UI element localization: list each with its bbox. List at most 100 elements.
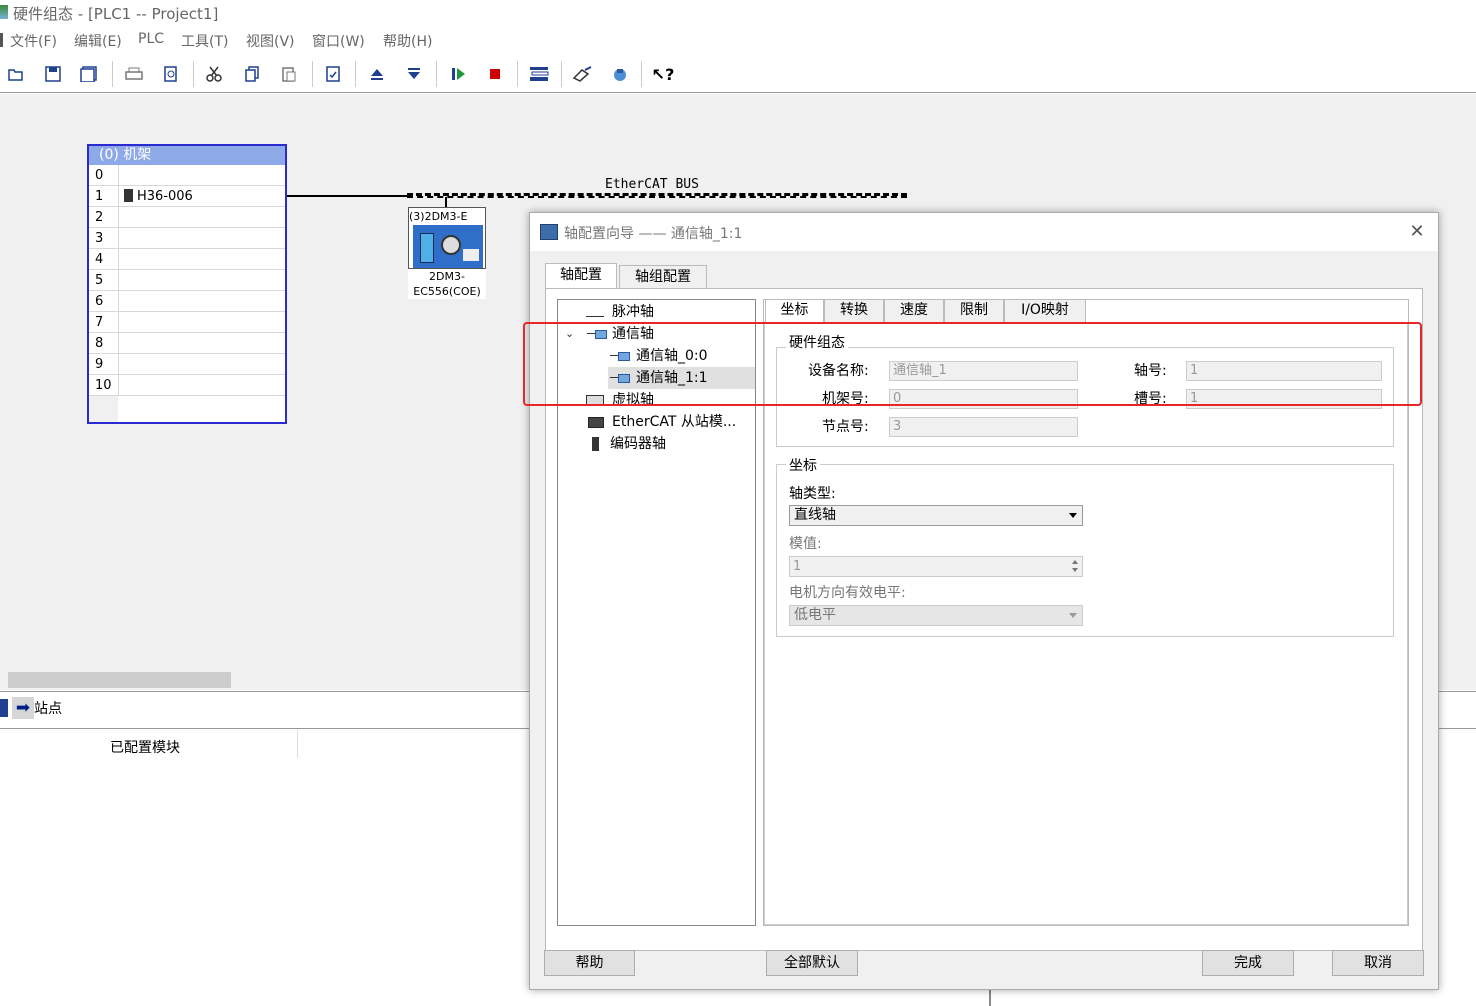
- dialog-icon: [540, 224, 558, 240]
- toolbar-separator: [112, 61, 113, 87]
- rack-slot-cell[interactable]: [118, 375, 285, 395]
- save-all-icon[interactable]: [77, 62, 101, 86]
- station-toggle[interactable]: [0, 699, 8, 717]
- dropdown-arrow-icon: [1069, 513, 1077, 518]
- tab-axis-group-config[interactable]: 轴组配置: [619, 265, 707, 289]
- tab-io-mapping[interactable]: I/O映射: [1004, 299, 1086, 322]
- menu-plc[interactable]: PLC: [138, 31, 164, 47]
- spin-down-icon[interactable]: [1072, 568, 1078, 572]
- run-icon[interactable]: [446, 62, 470, 86]
- tree-label: 编码器轴: [610, 436, 666, 452]
- close-icon[interactable]: ✕: [1406, 221, 1428, 243]
- toolbar-separator: [312, 61, 313, 87]
- diagnose-icon[interactable]: [571, 62, 595, 86]
- menu-tools[interactable]: 工具(T): [181, 31, 228, 51]
- rack-slot-cell[interactable]: [118, 207, 285, 227]
- toolbar-separator: [517, 61, 518, 87]
- module-icon: [124, 189, 133, 202]
- toolbar-separator: [641, 61, 642, 87]
- network-icon[interactable]: [527, 62, 551, 86]
- splitter: [989, 989, 991, 1006]
- rack[interactable]: (0) 机架 0 1 H36-006 2 3 4 5 6 7 8 9 10: [87, 144, 287, 424]
- copy-icon[interactable]: [240, 62, 264, 86]
- rack-slot[interactable]: 10: [89, 375, 285, 396]
- rack-empty-cell: [89, 396, 118, 422]
- menu-help[interactable]: 帮助(H): [383, 31, 432, 51]
- rack-slot[interactable]: 4: [89, 249, 285, 270]
- document-icon[interactable]: [321, 62, 345, 86]
- rack-slot-cell[interactable]: [118, 270, 285, 290]
- tab-axis-config[interactable]: 轴配置: [545, 263, 617, 289]
- dropdown-arrow-icon: [1069, 613, 1077, 618]
- slave-device[interactable]: (3)2DM3-E: [408, 207, 486, 269]
- cut-icon[interactable]: [202, 62, 226, 86]
- open-icon[interactable]: [4, 62, 28, 86]
- configured-modules-header[interactable]: 已配置模块: [110, 737, 180, 757]
- rack-slot[interactable]: 0: [89, 165, 285, 186]
- finish-button[interactable]: 完成: [1202, 950, 1294, 976]
- axis-type-label: 轴类型:: [789, 486, 836, 502]
- rack-slot[interactable]: 5: [89, 270, 285, 291]
- rack-slot-cell[interactable]: [118, 312, 285, 332]
- paste-icon[interactable]: [277, 62, 301, 86]
- dialog-title: 轴配置向导 —— 通信轴_1:1: [564, 226, 743, 242]
- rack-bus-connector: [287, 195, 409, 197]
- rack-slot[interactable]: 1 H36-006: [89, 186, 285, 207]
- slave-header: (3)2DM3-E: [409, 210, 468, 223]
- ethercat-bus[interactable]: [407, 193, 907, 198]
- rack-slot[interactable]: 7: [89, 312, 285, 333]
- print-preview-icon[interactable]: [159, 62, 183, 86]
- save-icon[interactable]: [41, 62, 65, 86]
- node-no-field[interactable]: 3: [889, 417, 1078, 437]
- slave-label: 2DM3- EC556(COE): [408, 269, 486, 299]
- rack-slot[interactable]: 6: [89, 291, 285, 312]
- rack-slot[interactable]: 9: [89, 354, 285, 375]
- menu-bar: 文件(F) 编辑(E) PLC 工具(T) 视图(V) 窗口(W) 帮助(H): [0, 27, 1476, 53]
- spin-up-icon[interactable]: [1072, 560, 1078, 564]
- stop-icon[interactable]: [483, 62, 507, 86]
- rack-slot-cell[interactable]: [118, 228, 285, 248]
- station-label: 站点: [34, 701, 62, 717]
- tab-limit[interactable]: 限制: [944, 299, 1004, 322]
- arrow-right-icon[interactable]: ➡: [12, 697, 34, 719]
- tab-coordinate[interactable]: 坐标: [765, 299, 824, 323]
- menu-view[interactable]: 视图(V): [246, 31, 295, 51]
- rack-slot-cell[interactable]: [118, 333, 285, 353]
- rack-slot[interactable]: 3: [89, 228, 285, 249]
- rack-slot-number: 0: [95, 168, 104, 183]
- rack-slot-cell[interactable]: [118, 249, 285, 269]
- download-icon[interactable]: [402, 62, 426, 86]
- scrollbar-thumb[interactable]: [8, 672, 231, 688]
- motor-direction-select[interactable]: 低电平: [789, 605, 1083, 626]
- tab-speed[interactable]: 速度: [884, 299, 944, 322]
- menu-file[interactable]: 文件(F): [10, 31, 57, 51]
- servo-drive-icon: [413, 225, 483, 268]
- online-icon[interactable]: [608, 62, 632, 86]
- tab-conversion[interactable]: 转换: [824, 299, 884, 322]
- menu-edit[interactable]: 编辑(E): [74, 31, 122, 51]
- rack-slot-number: 5: [95, 273, 104, 288]
- menu-grip: [0, 33, 3, 47]
- rack-header: (0) 机架: [89, 146, 285, 165]
- help-button[interactable]: 帮助: [544, 950, 635, 976]
- upload-icon[interactable]: [365, 62, 389, 86]
- menu-window[interactable]: 窗口(W): [312, 31, 365, 51]
- axis-type-select[interactable]: 直线轴: [789, 505, 1083, 526]
- app-icon: [0, 5, 8, 19]
- rack-slot[interactable]: 2: [89, 207, 285, 228]
- motor-direction-label: 电机方向有效电平:: [789, 585, 906, 601]
- cancel-button[interactable]: 取消: [1332, 950, 1424, 976]
- help-icon[interactable]: ↖?: [651, 62, 675, 86]
- rack-slot-cell[interactable]: [118, 354, 285, 374]
- column-divider: [297, 730, 298, 758]
- rack-slot-cell[interactable]: [118, 165, 285, 185]
- print-icon[interactable]: [122, 62, 146, 86]
- rack-slot-cell[interactable]: [118, 291, 285, 311]
- modulo-stepper[interactable]: 1: [789, 556, 1083, 577]
- ethercat-slave-icon: [588, 417, 604, 428]
- window-title: 硬件组态 - [PLC1 -- Project1]: [13, 5, 219, 23]
- rack-slot[interactable]: 8: [89, 333, 285, 354]
- all-default-button[interactable]: 全部默认: [766, 950, 858, 976]
- rack-slot-module[interactable]: H36-006: [137, 189, 193, 204]
- modulo-label: 模值:: [789, 536, 822, 552]
